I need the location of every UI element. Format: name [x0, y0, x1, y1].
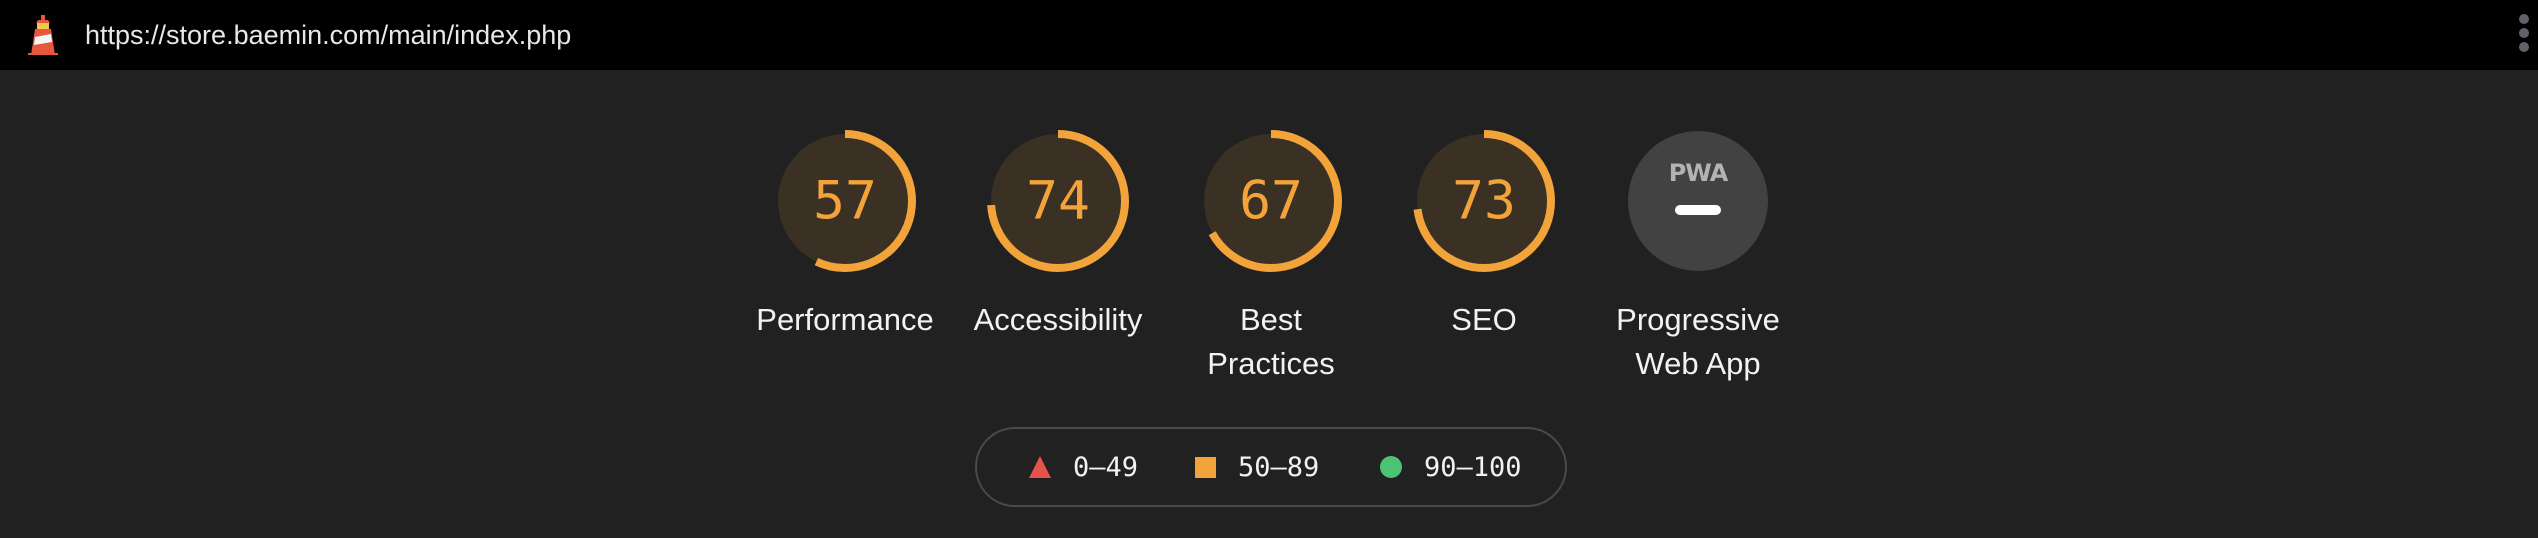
gauge-label-line: Best	[1239, 302, 1303, 337]
gauge-label: Performance	[756, 302, 934, 337]
gauge-score: 67	[1239, 171, 1303, 232]
gauge-label: Best Practices	[1171, 298, 1371, 386]
gauge-label-line: Web App	[1635, 346, 1761, 381]
gauge-label: Accessibility	[973, 302, 1143, 337]
score-legend: 0–49 50–89 90–100	[975, 427, 1567, 507]
gauge-score: 57	[813, 171, 877, 232]
gauge-best-practices[interactable]: 67 Best Practices	[1171, 127, 1371, 386]
legend-label: 50–89	[1238, 451, 1320, 483]
square-icon	[1195, 456, 1216, 478]
gauge-pwa[interactable]: PWA Progressive Web App	[1598, 127, 1798, 386]
legend-item-fail: 0–49	[1029, 429, 1138, 505]
legend-item-average: 50–89	[1195, 429, 1319, 505]
gauge-ring: 67	[1200, 130, 1342, 272]
pwa-dash-icon	[1675, 205, 1721, 215]
gauge-ring: 57	[774, 130, 916, 272]
legend-label: 0–49	[1073, 451, 1139, 483]
more-vert-icon[interactable]	[2516, 14, 2532, 56]
circle-icon	[1380, 456, 1402, 478]
gauge-performance[interactable]: 57 Performance	[745, 127, 945, 342]
lighthouse-icon	[28, 15, 58, 55]
top-bar: https://store.baemin.com/main/index.php	[0, 0, 2538, 70]
gauge-label-line: Progressive	[1616, 302, 1780, 337]
gauge-accessibility[interactable]: 74 Accessibility	[958, 127, 1158, 342]
gauge-score: 74	[1026, 171, 1090, 232]
pwa-badge-text: PWA	[1669, 159, 1729, 187]
pwa-badge-icon: PWA	[1628, 131, 1768, 271]
legend-label: 90–100	[1424, 451, 1522, 483]
gauge-seo[interactable]: 73 SEO	[1384, 127, 1584, 342]
page-url[interactable]: https://store.baemin.com/main/index.php	[85, 0, 571, 70]
gauge-score: 73	[1452, 171, 1516, 232]
gauge-label-line: Practices	[1207, 346, 1335, 381]
legend-item-pass: 90–100	[1380, 429, 1522, 505]
gauge-label: SEO	[1451, 302, 1517, 337]
gauge-label: Progressive Web App	[1598, 298, 1798, 386]
triangle-icon	[1029, 456, 1051, 478]
gauge-ring: 73	[1413, 130, 1555, 272]
gauge-ring: 74	[987, 130, 1129, 272]
